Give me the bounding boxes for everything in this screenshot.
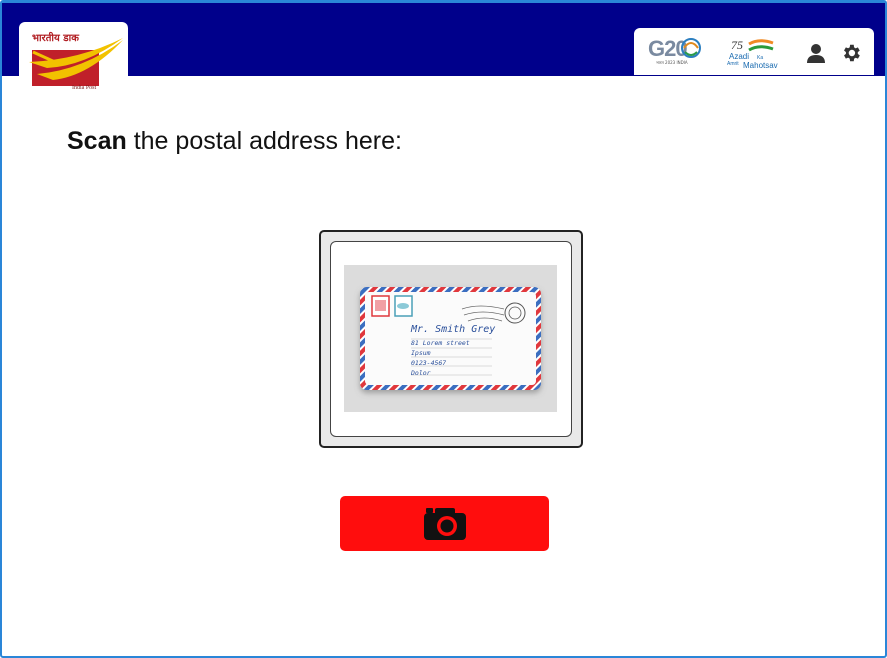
azadi-ka-amrit-mahotsav-logo: 75 Azadi Ka Amrit Mahotsav — [727, 36, 785, 70]
azadi-line3: Mahotsav — [743, 61, 778, 70]
logo-caption: India Post — [72, 85, 97, 91]
envelope-line1: 81 Lorem street — [411, 339, 470, 347]
azadi-line2: Amrit — [727, 61, 739, 67]
settings-button[interactable] — [840, 42, 862, 64]
g20-subtitle: भारत 2023 INDIA — [656, 60, 688, 65]
user-icon — [807, 44, 825, 63]
envelope-name: Mr. Smith Grey — [411, 324, 496, 335]
g20-logo: G20 भारत 2023 INDIA — [648, 36, 704, 68]
azadi-line1: Azadi — [729, 52, 750, 61]
gear-icon — [844, 44, 860, 62]
camera-icon — [423, 507, 466, 540]
envelope-preview-image: Mr. Smith Grey 81 Lorem street Ipsum 012… — [344, 265, 557, 412]
header-right-panel: G20 भारत 2023 INDIA 75 Azadi Ka Amrit Ma… — [634, 28, 874, 75]
scan-instruction: Scan the postal address here: — [67, 127, 402, 156]
capture-button[interactable] — [340, 496, 549, 551]
envelope-line4: Dolor — [411, 369, 431, 377]
india-post-logo: भारतीय डाक India Post — [19, 22, 128, 98]
scan-instruction-text: the postal address here: — [126, 127, 402, 155]
envelope-line2: Ipsum — [411, 349, 431, 357]
scan-instruction-bold: Scan — [67, 127, 127, 155]
envelope-line3: 0123-4567 — [411, 359, 447, 367]
user-button[interactable] — [805, 42, 827, 64]
logo-hindi-text: भारतीय डाक — [32, 33, 79, 44]
